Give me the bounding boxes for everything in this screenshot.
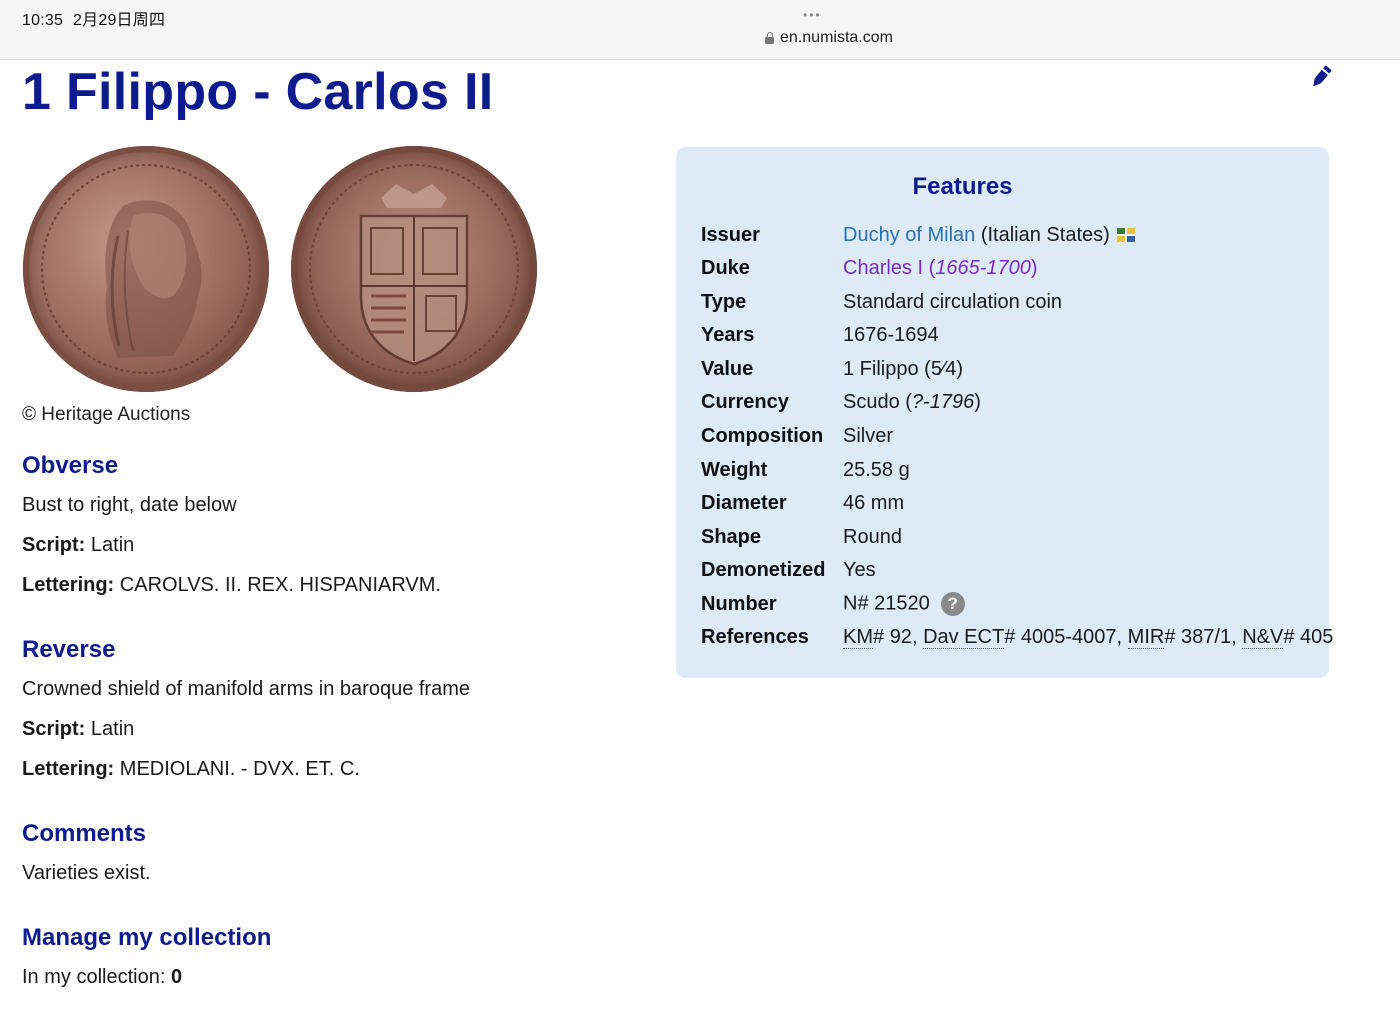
feature-row-years: Years 1676-1694: [701, 320, 939, 350]
feature-label: Number: [701, 592, 777, 615]
feature-value: 1 Filippo (5⁄4): [843, 357, 964, 380]
status-time: 10:35: [22, 12, 64, 29]
manage-collection-heading: Manage my collection: [22, 924, 272, 951]
script-label: Script:: [22, 718, 86, 740]
reference-number: 405: [1300, 625, 1334, 648]
feature-label: Weight: [701, 458, 768, 481]
pencil-edit-icon[interactable]: [1308, 64, 1334, 90]
reverse-heading: Reverse: [22, 636, 116, 663]
feature-row-number: Number N# 21520?: [701, 589, 965, 619]
feature-label: References: [701, 625, 809, 648]
feature-row-references: References KM# 92, Dav ECT# 4005-4007, M…: [701, 622, 1333, 652]
feature-row-composition: Composition Silver: [701, 421, 893, 451]
reference-catalog-mir[interactable]: MIR: [1127, 625, 1165, 649]
feature-label: Years: [701, 323, 755, 346]
obverse-description: Bust to right, date below: [22, 494, 237, 516]
feature-label: Type: [701, 290, 747, 313]
duke-years: 1665-1700: [935, 256, 1031, 279]
currency-period: ?-1796: [911, 390, 975, 413]
feature-value: Yes: [843, 558, 876, 581]
feature-value: Scudo (?-1796): [843, 390, 981, 413]
collection-label: In my collection:: [22, 966, 166, 988]
address-bar[interactable]: en.numista.com: [0, 29, 1400, 47]
duke-link[interactable]: Charles I (1665-1700): [843, 257, 1038, 280]
feature-label: Shape: [701, 525, 762, 548]
feature-value: 46 mm: [843, 491, 905, 514]
collection-count: In my collection: 0: [22, 966, 182, 989]
help-icon[interactable]: ?: [940, 592, 965, 616]
feature-row-value: Value 1 Filippo (5⁄4): [701, 354, 963, 384]
lettering-label: Lettering:: [22, 574, 115, 596]
lock-icon: [765, 32, 775, 44]
coin-reverse-image[interactable]: [291, 146, 537, 392]
feature-label: Value: [701, 357, 754, 380]
obverse-script: Script: Latin: [22, 534, 134, 557]
feature-row-issuer: Issuer Duchy of Milan (Italian States): [701, 220, 1137, 250]
references-list: KM# 92, Dav ECT# 4005-4007, MIR# 387/1, …: [843, 625, 1334, 649]
coin-obverse-image[interactable]: [23, 146, 269, 392]
issuer-suffix: (Italian States): [980, 223, 1110, 246]
reference-catalog-dav-ect[interactable]: Dav ECT: [923, 625, 1005, 649]
browser-top-bar: 10:35 2月29日周四 ••• en.numista.com: [0, 0, 1400, 60]
feature-value: Standard circulation coin: [843, 290, 1063, 313]
photo-credit: © Heritage Auctions: [22, 404, 191, 425]
feature-label: Diameter: [701, 491, 787, 514]
lettering-label: Lettering:: [22, 758, 115, 780]
reverse-lettering: Lettering: MEDIOLANI. - DVX. ET. C.: [22, 758, 360, 781]
number-value: N# 21520: [843, 592, 930, 615]
comments-heading: Comments: [22, 820, 147, 847]
features-title: Features: [912, 173, 1013, 200]
lettering-value: CAROLVS. II. REX. HISPANIARVM.: [119, 574, 441, 596]
url-text: en.numista.com: [780, 29, 893, 46]
reverse-script: Script: Latin: [22, 718, 134, 741]
currency-name: Scudo: [843, 390, 900, 413]
script-value: Latin: [90, 718, 135, 740]
flag-icon: [1115, 226, 1137, 243]
feature-row-shape: Shape Round: [701, 522, 902, 552]
feature-value: 25.58 g: [843, 458, 910, 481]
reference-catalog-nv[interactable]: N&V: [1242, 625, 1284, 649]
reference-number: 92: [889, 625, 912, 648]
feature-row-diameter: Diameter 46 mm: [701, 488, 904, 518]
script-value: Latin: [90, 534, 135, 556]
duke-name: Charles I: [843, 256, 924, 279]
script-label: Script:: [22, 534, 86, 556]
feature-value: Round: [843, 525, 902, 548]
reference-catalog-km[interactable]: KM: [843, 625, 873, 649]
feature-label: Currency: [701, 390, 789, 413]
reference-number: 4005-4007: [1020, 625, 1117, 648]
feature-row-type: Type Standard circulation coin: [701, 287, 1062, 317]
reverse-description: Crowned shield of manifold arms in baroq…: [22, 678, 470, 700]
feature-value: Silver: [843, 424, 894, 447]
feature-label: Composition: [701, 424, 824, 447]
feature-row-demonetized: Demonetized Yes: [701, 555, 876, 585]
issuer-link[interactable]: Duchy of Milan: [843, 224, 975, 246]
features-panel: Features Issuer Duchy of Milan (Italian …: [676, 147, 1333, 678]
obverse-heading: Obverse: [22, 452, 119, 479]
feature-label: Duke: [701, 256, 750, 279]
tab-overview-dots[interactable]: •••: [803, 8, 822, 22]
status-date: 2月29日周四: [73, 12, 166, 29]
comments-text: Varieties exist.: [22, 862, 151, 884]
feature-row-duke: Duke Charles I (1665-1700): [701, 253, 1038, 283]
feature-label: Issuer: [701, 223, 760, 246]
feature-value: 1676-1694: [843, 323, 939, 346]
feature-value: Duchy of Milan (Italian States): [843, 223, 1137, 247]
feature-value: N# 21520?: [843, 592, 965, 616]
collection-count-value: 0: [170, 966, 183, 988]
page-title: 1 Filippo - Carlos II: [22, 63, 494, 121]
status-clock: 10:35 2月29日周四: [22, 6, 165, 30]
obverse-lettering: Lettering: CAROLVS. II. REX. HISPANIARVM…: [22, 574, 441, 597]
reference-number: 387/1: [1181, 625, 1232, 648]
feature-label: Demonetized: [701, 558, 826, 581]
feature-row-weight: Weight 25.58 g: [701, 455, 910, 485]
feature-row-currency: Currency Scudo (?-1796): [701, 387, 981, 417]
lettering-value: MEDIOLANI. - DVX. ET. C.: [119, 758, 360, 780]
